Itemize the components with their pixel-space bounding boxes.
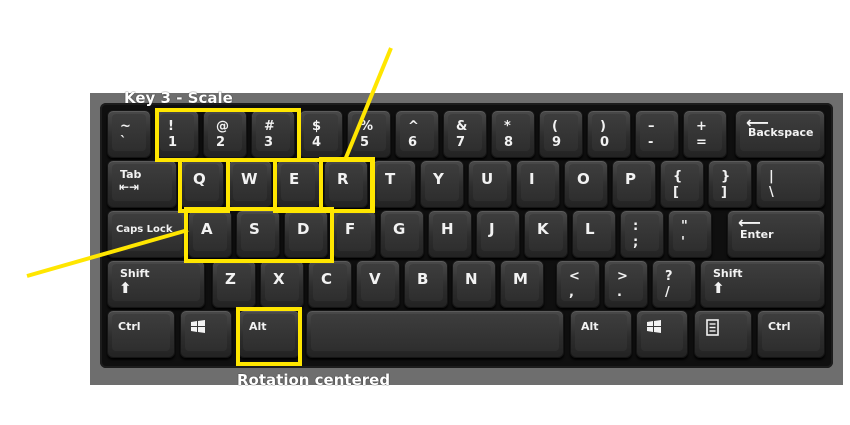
- caption-scale: Key 3 - Scale: [124, 89, 233, 107]
- pointer-line-to-a: [26, 228, 189, 278]
- caption-rotation: Rotation centered: [237, 371, 391, 389]
- annotation-lines: [26, 47, 393, 278]
- pointer-line-to-r: [343, 47, 393, 161]
